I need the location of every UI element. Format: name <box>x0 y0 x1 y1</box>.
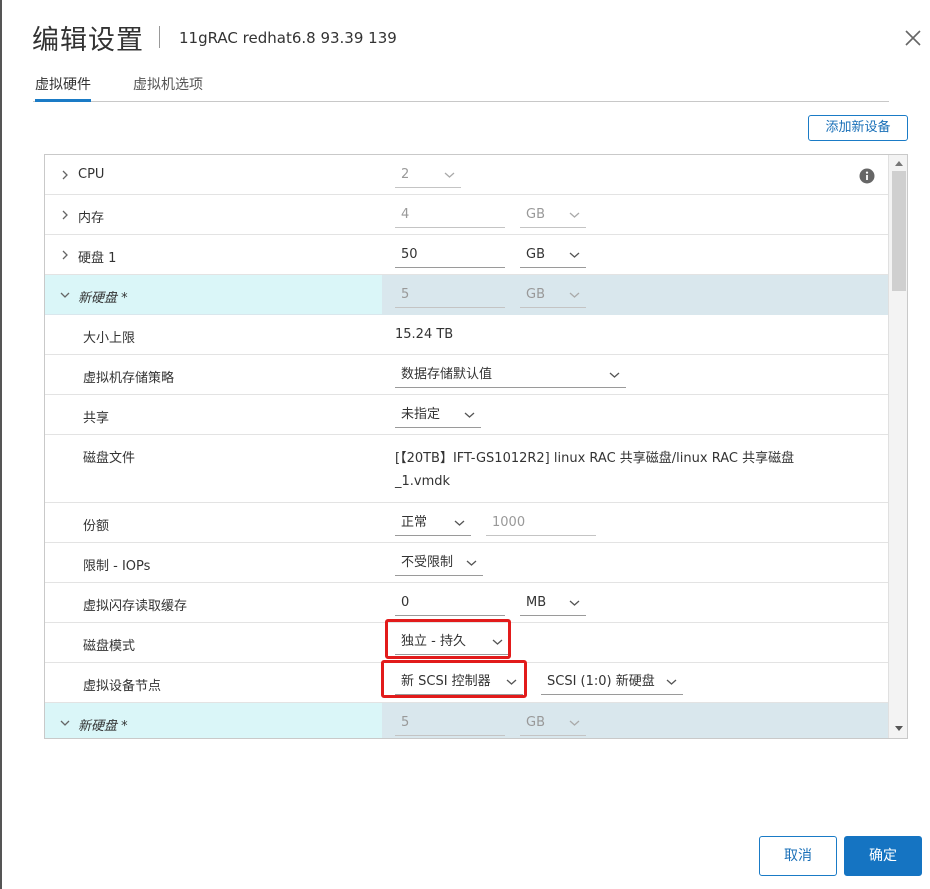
new-disk-unit-select[interactable]: GB <box>520 282 586 308</box>
chevron-right-icon[interactable] <box>59 169 71 181</box>
label-sharing: 共享 <box>83 411 110 426</box>
row-new-disk-2[interactable]: 新硬盘 * 5 GB <box>45 703 888 738</box>
hardware-grid: CPU 2 内存 4 GB 硬盘 1 50 GB 新硬盘 * 5 GB 大小上限… <box>44 154 908 739</box>
disk1-unit-select[interactable]: GB <box>520 242 586 268</box>
ok-button[interactable]: 确定 <box>844 836 922 876</box>
dropdown-caret-icon <box>569 252 580 258</box>
row-new-disk[interactable]: 新硬盘 * 5 GB <box>45 275 888 315</box>
disk-file-path-line1: [【20TB】IFT-GS1012R2] linux RAC 共享磁盘/linu… <box>395 451 795 466</box>
scrollbar-thumb[interactable] <box>892 171 906 291</box>
label-disk1: 硬盘 1 <box>78 251 117 266</box>
chevron-down-icon[interactable] <box>59 717 71 729</box>
cpu-select[interactable]: 2 <box>395 162 461 188</box>
label-cpu: CPU <box>78 167 105 182</box>
new-disk-2-unit-select[interactable]: GB <box>520 710 586 736</box>
row-disk-mode[interactable]: 磁盘模式 独立 - 持久 <box>45 619 888 663</box>
new-disk-2-unit: GB <box>526 715 545 730</box>
sharing-value: 未指定 <box>401 407 441 422</box>
memory-unit: GB <box>526 207 545 222</box>
row-disk-file: 磁盘文件 [【20TB】IFT-GS1012R2] linux RAC 共享磁盘… <box>45 435 888 503</box>
dropdown-caret-icon <box>569 212 580 218</box>
dropdown-caret-icon <box>464 412 475 418</box>
shares-value: 正常 <box>401 515 428 530</box>
flash-cache-unit-select[interactable]: MB <box>520 590 586 616</box>
label-max-size: 大小上限 <box>83 331 136 346</box>
max-size-value: 15.24 TB <box>395 327 454 342</box>
grid-scrollbar[interactable] <box>888 155 907 738</box>
dropdown-caret-icon <box>466 560 477 566</box>
row-memory[interactable]: 内存 4 GB <box>45 195 888 235</box>
dropdown-caret-icon <box>569 720 580 726</box>
edit-settings-dialog: 编辑设置 11gRAC redhat6.8 93.39 139 虚拟硬件 虚拟机… <box>0 0 930 889</box>
limit-iops-value: 不受限制 <box>401 555 454 570</box>
flash-cache-unit: MB <box>526 595 547 610</box>
row-device-node[interactable]: 虚拟设备节点 新 SCSI 控制器 SCSI (1:0) 新硬盘 <box>45 660 888 703</box>
flash-cache-input[interactable]: 0 <box>395 590 505 616</box>
label-storage-policy: 虚拟机存储策略 <box>83 371 175 386</box>
row-flash-cache[interactable]: 虚拟闪存读取缓存 0 MB <box>45 583 888 623</box>
label-new-disk: 新硬盘 * <box>78 291 128 306</box>
label-shares: 份额 <box>83 519 110 534</box>
label-new-disk-2: 新硬盘 * <box>78 719 128 734</box>
scroll-up-icon[interactable] <box>894 159 904 167</box>
label-disk-file: 磁盘文件 <box>83 451 136 466</box>
scsi-node-select[interactable]: SCSI (1:0) 新硬盘 <box>541 669 683 695</box>
row-sharing[interactable]: 共享 未指定 <box>45 395 888 435</box>
tab-virtual-hardware[interactable]: 虚拟硬件 <box>35 76 91 102</box>
dropdown-caret-icon <box>569 292 580 298</box>
dropdown-caret-icon <box>569 600 580 606</box>
chevron-right-icon[interactable] <box>59 209 71 221</box>
tab-bar: 虚拟硬件 虚拟机选项 <box>33 76 889 102</box>
dropdown-caret-icon <box>454 520 465 526</box>
row-cpu[interactable]: CPU 2 <box>45 155 888 195</box>
highlight-box-disk-mode <box>385 619 511 659</box>
dropdown-caret-icon <box>666 679 677 685</box>
row-storage-policy[interactable]: 虚拟机存储策略 数据存储默认值 <box>45 355 888 395</box>
row-disk1[interactable]: 硬盘 1 50 GB <box>45 235 888 275</box>
row-shares[interactable]: 份额 正常 1000 <box>45 503 888 543</box>
new-disk-unit: GB <box>526 287 545 302</box>
new-disk-2-size-input[interactable]: 5 <box>395 710 505 736</box>
title-divider <box>159 26 160 48</box>
label-flash-cache: 虚拟闪存读取缓存 <box>83 599 188 614</box>
label-device-node: 虚拟设备节点 <box>83 679 162 694</box>
memory-input[interactable]: 4 <box>395 202 505 228</box>
highlight-box-device-node <box>381 660 527 698</box>
disk1-unit: GB <box>526 247 545 262</box>
disk-file-path-line2: _1.vmdk <box>395 474 451 489</box>
close-icon[interactable] <box>901 26 925 50</box>
disk1-size-input[interactable]: 50 <box>395 242 505 268</box>
storage-policy-value: 数据存储默认值 <box>401 367 493 382</box>
label-memory: 内存 <box>78 211 105 226</box>
dialog-title: 编辑设置 <box>32 25 144 56</box>
scroll-down-icon[interactable] <box>894 725 904 733</box>
new-disk-size-input[interactable]: 5 <box>395 282 505 308</box>
vm-name: 11gRAC redhat6.8 93.39 139 <box>179 29 397 47</box>
label-limit-iops: 限制 - IOPs <box>83 559 151 574</box>
row-max-size: 大小上限 15.24 TB <box>45 315 888 355</box>
label-disk-mode: 磁盘模式 <box>83 639 136 654</box>
add-new-device-button[interactable]: 添加新设备 <box>808 115 908 141</box>
dropdown-caret-icon <box>444 172 455 178</box>
chevron-down-icon[interactable] <box>59 289 71 301</box>
shares-number-input[interactable]: 1000 <box>486 510 596 536</box>
memory-unit-select[interactable]: GB <box>520 202 586 228</box>
cpu-value: 2 <box>401 167 410 182</box>
sharing-select[interactable]: 未指定 <box>395 402 481 428</box>
tab-vm-options[interactable]: 虚拟机选项 <box>133 76 203 102</box>
dropdown-caret-icon <box>609 372 620 378</box>
limit-iops-select[interactable]: 不受限制 <box>395 550 483 576</box>
row-limit-iops[interactable]: 限制 - IOPs 不受限制 <box>45 543 888 583</box>
info-icon[interactable] <box>859 168 875 184</box>
chevron-right-icon[interactable] <box>59 249 71 261</box>
shares-select[interactable]: 正常 <box>395 510 471 536</box>
storage-policy-select[interactable]: 数据存储默认值 <box>395 362 626 388</box>
cancel-button[interactable]: 取消 <box>759 836 837 876</box>
scsi-node-value: SCSI (1:0) 新硬盘 <box>547 674 655 689</box>
